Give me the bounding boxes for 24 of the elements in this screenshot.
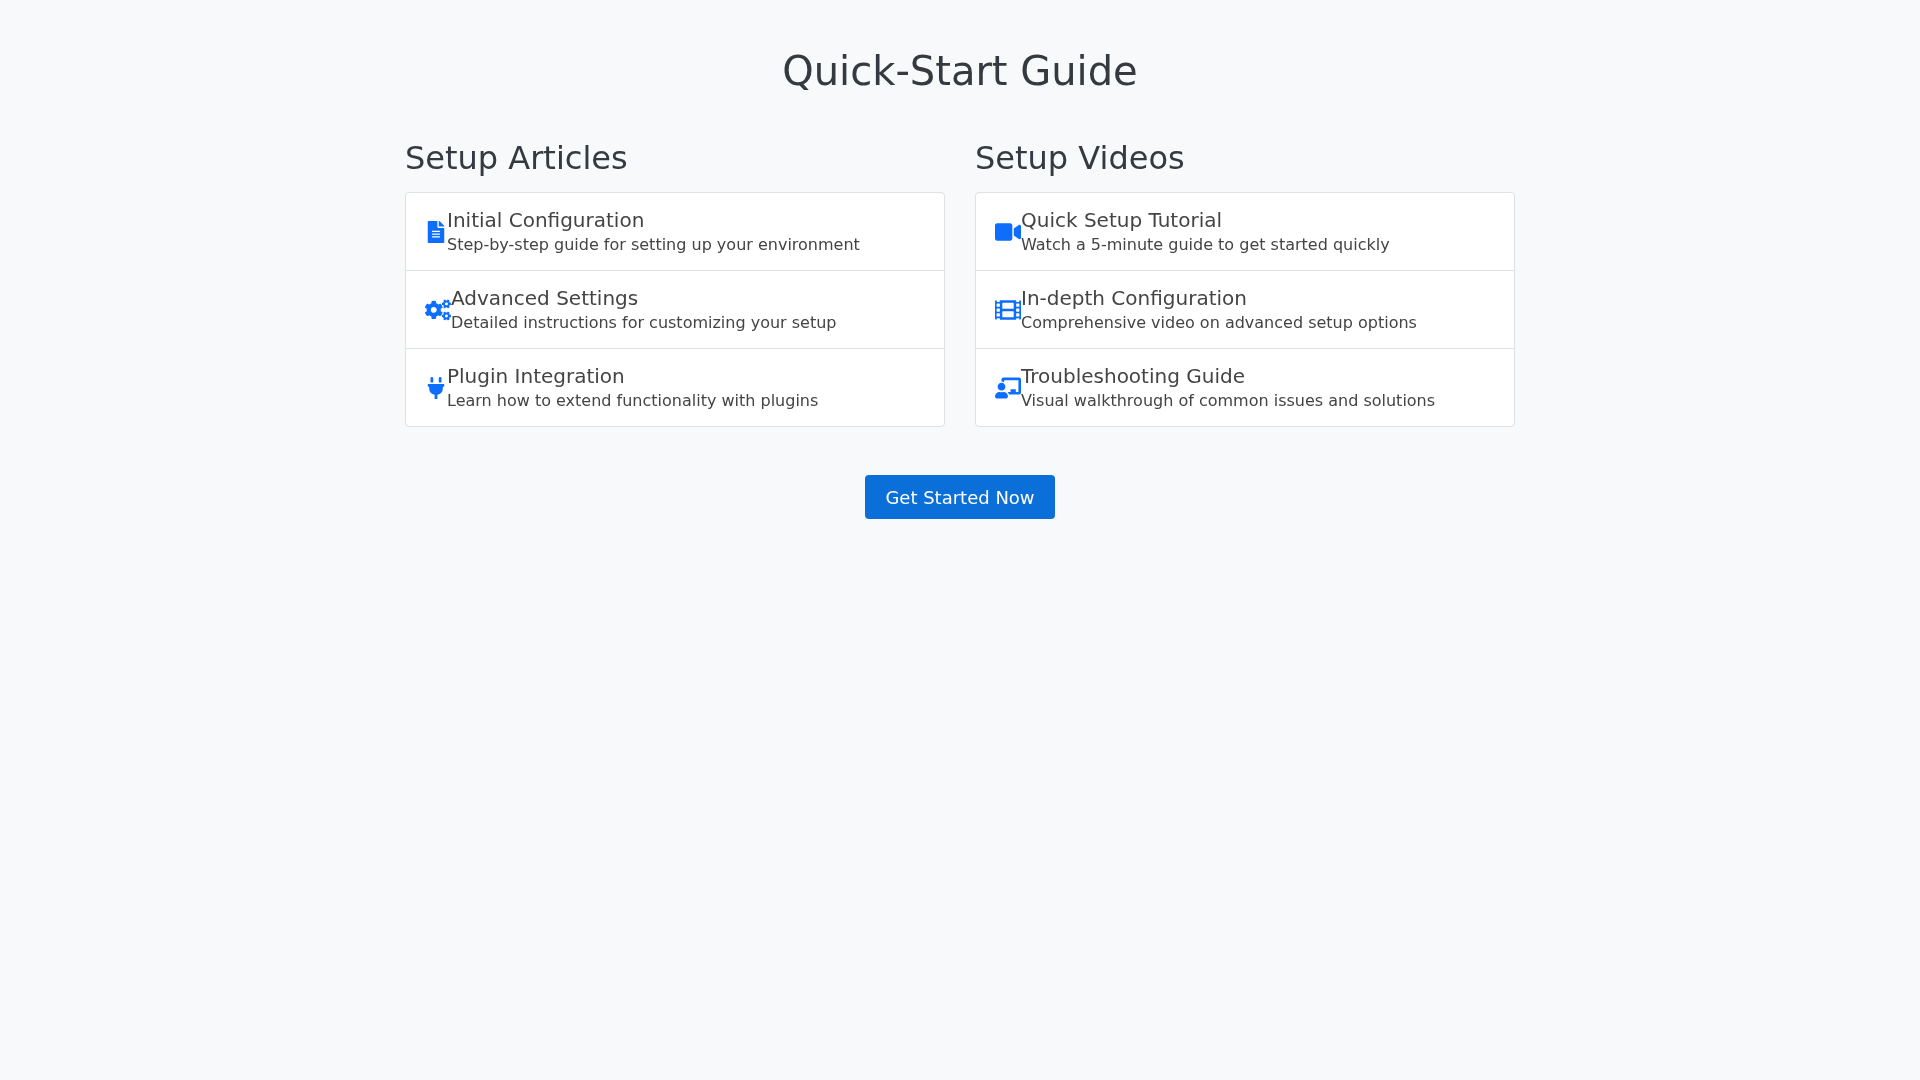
- item-description: Learn how to extend functionality with plugins: [447, 389, 819, 412]
- item-title: Initial Configuration: [447, 206, 645, 233]
- item-description: Detailed instructions for customizing your setup: [451, 311, 837, 334]
- item-description: Step-by-step guide for setting up your environment: [447, 233, 860, 256]
- list-item[interactable]: In-depth Configuration Comprehensive video on advanced setup options: [975, 270, 1515, 350]
- item-description: Watch a 5-minute guide to get started quickly: [1021, 233, 1390, 256]
- list-item[interactable]: Advanced Settings Detailed instructions for customizing your setup: [405, 270, 945, 350]
- list-item[interactable]: Quick Setup Tutorial Watch a 5-minute guide to get started quickly: [975, 192, 1515, 272]
- document-icon: [425, 220, 447, 243]
- item-title: In-depth Configuration: [1021, 284, 1247, 311]
- section-heading: Setup Articles: [405, 139, 628, 178]
- item-title: Troubleshooting Guide: [1021, 362, 1245, 389]
- plug-icon: [425, 376, 447, 399]
- item-title: Quick Setup Tutorial: [1021, 206, 1222, 233]
- list-item[interactable]: Troubleshooting Guide Visual walkthrough of common issues and solutions: [975, 348, 1515, 428]
- item-title: Plugin Integration: [447, 362, 625, 389]
- item-title: Advanced Settings: [451, 284, 639, 311]
- page-title: Quick-Start Guide: [782, 47, 1138, 95]
- list-item[interactable]: Plugin Integration Learn how to extend functionality with plugins: [405, 348, 945, 428]
- list-item[interactable]: Initial Configuration Step-by-step guide for setting up your environment: [405, 192, 945, 272]
- section-heading: Setup Videos: [975, 139, 1185, 178]
- get-started-button[interactable]: Get Started Now: [865, 475, 1055, 520]
- item-description: Comprehensive video on advanced setup options: [1021, 311, 1417, 334]
- item-description: Visual walkthrough of common issues and solutions: [1021, 389, 1436, 412]
